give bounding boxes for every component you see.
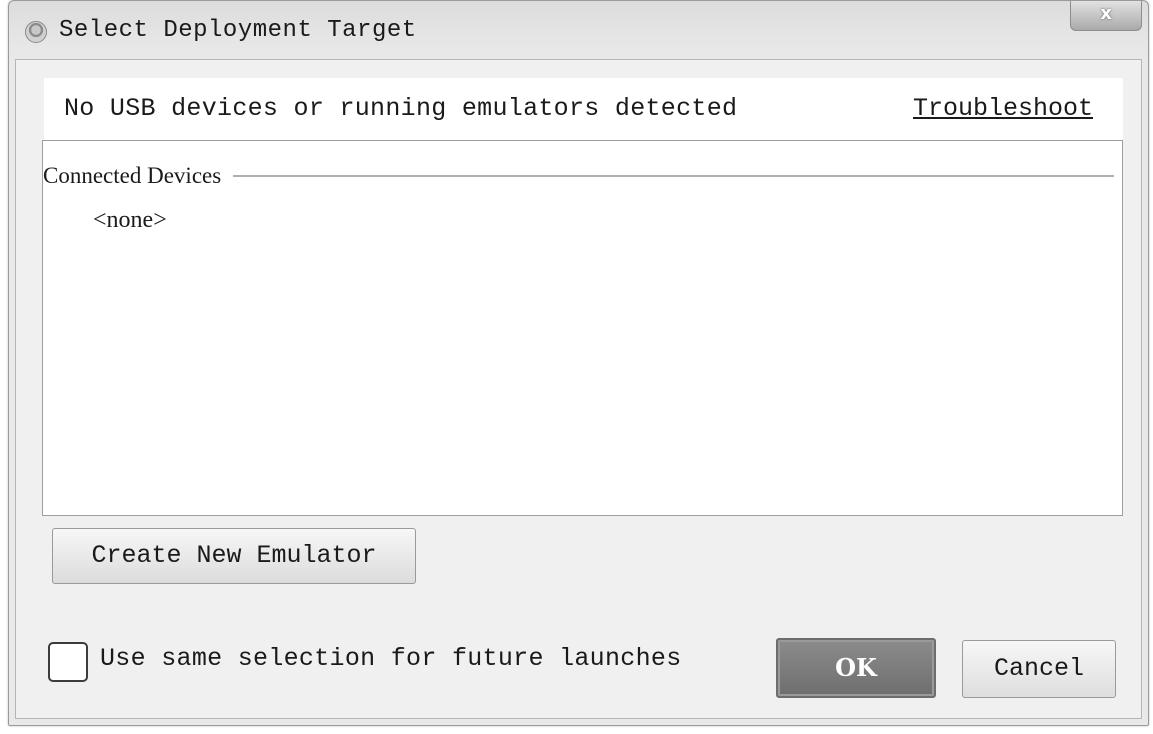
troubleshoot-link[interactable]: Troubleshoot xyxy=(913,94,1093,123)
connected-devices-label: Connected Devices xyxy=(43,163,222,188)
android-icon xyxy=(25,21,47,43)
select-deployment-target-dialog: Select Deployment Target x No USB device… xyxy=(8,0,1149,726)
dialog-title: Select Deployment Target xyxy=(59,17,417,44)
title-bar[interactable]: Select Deployment Target x xyxy=(9,1,1148,59)
info-bar: No USB devices or running emulators dete… xyxy=(44,78,1123,140)
group-divider xyxy=(233,175,1114,177)
use-same-selection-checkbox[interactable] xyxy=(48,642,88,682)
create-new-emulator-button[interactable]: Create New Emulator xyxy=(52,528,416,584)
cancel-button[interactable]: Cancel xyxy=(962,640,1116,698)
devices-list-panel[interactable]: Connected Devices <none> xyxy=(42,140,1123,516)
ok-button[interactable]: OK xyxy=(776,638,936,698)
connected-devices-group-header: Connected Devices xyxy=(43,163,1114,189)
dialog-content: No USB devices or running emulators dete… xyxy=(15,59,1142,719)
use-same-selection-label[interactable]: Use same selection for future launches xyxy=(100,644,682,673)
close-button[interactable]: x xyxy=(1070,1,1142,31)
no-devices-message: No USB devices or running emulators dete… xyxy=(64,94,738,123)
device-list-item[interactable]: <none> xyxy=(93,207,167,234)
